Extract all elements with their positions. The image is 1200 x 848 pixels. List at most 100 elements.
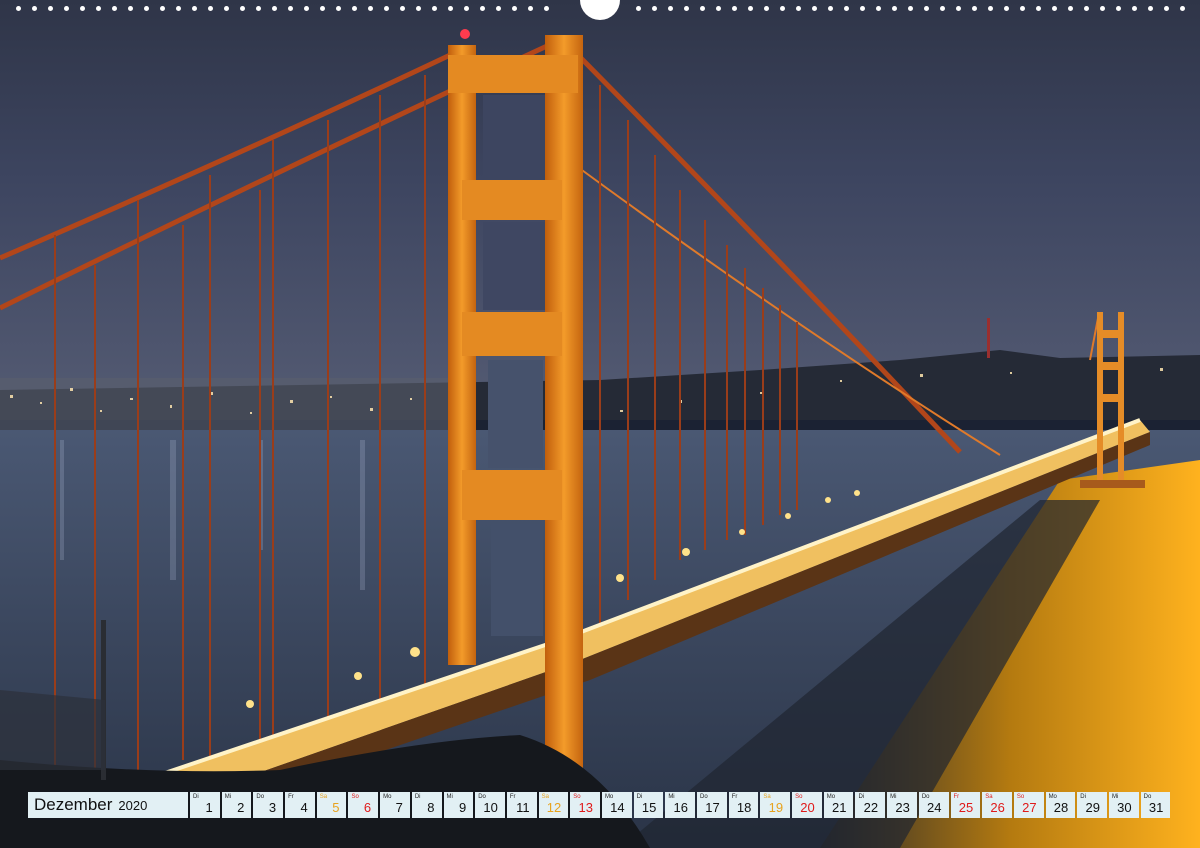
- binding-hole: [192, 6, 197, 11]
- weekday-label: Fr: [509, 794, 516, 800]
- day-number: 11: [516, 800, 530, 815]
- day-cell: Di 8: [411, 792, 442, 818]
- binding-hole: [528, 6, 533, 11]
- day-cell: Fr 18: [728, 792, 759, 818]
- weekday-label: So: [351, 794, 359, 800]
- binding-hole: [144, 6, 149, 11]
- month-year: 2020: [118, 797, 148, 813]
- day-number: 14: [610, 800, 625, 815]
- binding-hole: [1100, 6, 1105, 11]
- binding-hole: [1148, 6, 1153, 11]
- day-number: 31: [1148, 800, 1164, 815]
- day-cell: Di 15: [633, 792, 664, 818]
- day-number: 29: [1085, 800, 1100, 815]
- binding-hole: [764, 6, 769, 11]
- binding-hole: [1036, 6, 1041, 11]
- day-number: 18: [736, 800, 752, 815]
- binding-hole: [352, 6, 357, 11]
- binding-hole: [32, 6, 37, 11]
- binding-hole: [828, 6, 833, 11]
- weekday-label: Sa: [319, 794, 328, 800]
- day-number: 17: [705, 800, 720, 815]
- binding-hole: [1116, 6, 1121, 11]
- binding-hole: [176, 6, 181, 11]
- binding-hole: [684, 6, 689, 11]
- binding-hole: [812, 6, 817, 11]
- day-number: 12: [546, 800, 562, 815]
- calendar-page: Dezember 2020 Di 1 Mi 2 Do 3 Fr 4 Sa 5 So 6 Mo 7 Di 8 Mi…: [0, 0, 1200, 848]
- weekday-label: Di: [414, 794, 421, 800]
- weekday-label: Fr: [288, 794, 294, 800]
- binding-hole: [320, 6, 325, 11]
- day-number: 20: [800, 800, 815, 815]
- day-cell: Mo 21: [823, 792, 854, 818]
- binding-hole: [748, 6, 753, 11]
- binding-hole: [1020, 6, 1025, 11]
- day-number: 10: [483, 800, 498, 815]
- day-number: 24: [927, 800, 942, 815]
- binding-hole: [780, 6, 785, 11]
- day-number: 23: [895, 800, 910, 815]
- weekday-label: Do: [256, 794, 265, 800]
- day-number: 4: [300, 800, 308, 815]
- day-number: 5: [332, 800, 340, 815]
- binding-hole: [956, 6, 961, 11]
- binding-hole: [1004, 6, 1009, 11]
- day-cell: Do 17: [697, 792, 727, 818]
- binding-hole: [716, 6, 721, 11]
- day-cell: Sa 12: [538, 792, 569, 818]
- weekday-label: Mi: [446, 794, 453, 800]
- binding-hole: [1132, 6, 1137, 11]
- binding-hole: [160, 6, 165, 11]
- binding-hole: [336, 6, 341, 11]
- day-number: 2: [237, 800, 245, 815]
- binding-hole: [112, 6, 117, 11]
- binding-hole: [1052, 6, 1057, 11]
- binding-hole: [288, 6, 293, 11]
- binding-hole: [256, 6, 261, 11]
- weekday-label: Mi: [224, 794, 232, 800]
- binding-hole: [1084, 6, 1089, 11]
- binding-hole: [224, 6, 229, 11]
- day-cell: Mi 2: [221, 792, 252, 818]
- calendar-strip: Dezember 2020 Di 1 Mi 2 Do 3 Fr 4 Sa 5 So 6 Mo 7 Di 8 Mi…: [28, 792, 1173, 818]
- day-cell: So 13: [570, 792, 600, 818]
- day-cell: Sa 26: [982, 792, 1012, 818]
- day-number: 25: [958, 800, 974, 815]
- day-cell: Do 3: [253, 792, 284, 818]
- day-cell: So 27: [1013, 792, 1044, 818]
- day-cell: So 6: [348, 792, 379, 818]
- day-cell: Do 24: [918, 792, 949, 818]
- binding-hole: [64, 6, 69, 11]
- day-number: 19: [768, 800, 784, 815]
- day-cell: Mi 23: [887, 792, 917, 818]
- day-cell: Mi 16: [665, 792, 695, 818]
- binding-hole: [80, 6, 85, 11]
- binding-hole: [512, 6, 517, 11]
- day-number: 15: [641, 800, 657, 815]
- binding-hole: [384, 6, 389, 11]
- day-number: 8: [427, 800, 435, 815]
- golden-gate-bridge-photo: [0, 0, 1200, 848]
- day-cell: Fr 11: [506, 792, 537, 818]
- binding-hole: [400, 6, 405, 11]
- day-cell: Fr 4: [285, 792, 315, 818]
- binding-hole: [368, 6, 373, 11]
- binding-holes: [0, 0, 1200, 22]
- binding-hole: [272, 6, 277, 11]
- day-number: 9: [458, 800, 467, 815]
- binding-hole: [1180, 6, 1185, 11]
- day-cell: Fr 25: [950, 792, 981, 818]
- weekday-label: Di: [193, 794, 199, 800]
- binding-hole: [796, 6, 801, 11]
- binding-hole: [860, 6, 865, 11]
- binding-hole: [496, 6, 501, 11]
- day-number: 27: [1022, 800, 1037, 815]
- day-cell: Di 1: [190, 792, 220, 818]
- binding-hole: [416, 6, 421, 11]
- binding-hole: [668, 6, 673, 11]
- binding-hole: [700, 6, 705, 11]
- binding-hole: [240, 6, 245, 11]
- binding-hole: [96, 6, 101, 11]
- binding-hole: [464, 6, 469, 11]
